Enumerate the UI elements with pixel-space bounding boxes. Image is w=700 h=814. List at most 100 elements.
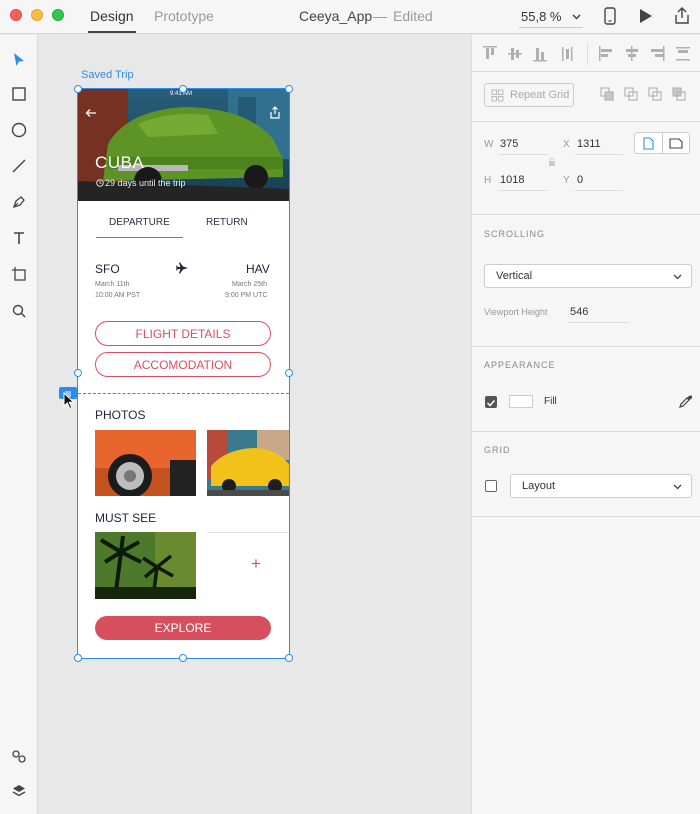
text-tool[interactable] [9, 228, 29, 248]
layers-button[interactable] [9, 781, 29, 801]
departure-date: March 11th [95, 281, 130, 288]
tab-design[interactable]: Design [90, 8, 134, 24]
back-arrow-icon[interactable] [85, 108, 97, 118]
repeat-grid-label: Repeat Grid [510, 89, 570, 101]
height-value[interactable]: 1018 [500, 174, 524, 186]
tab-prototype[interactable]: Prototype [154, 8, 214, 24]
scrolling-select[interactable]: Vertical [484, 264, 692, 288]
height-label: H [484, 175, 492, 186]
toolbar-divider [587, 43, 588, 65]
width-value[interactable]: 375 [500, 138, 518, 150]
photo-yellow-car[interactable] [207, 430, 289, 496]
photos-title: PHOTOS [95, 408, 146, 422]
eyedropper-icon[interactable] [678, 394, 693, 409]
select-tool[interactable] [9, 50, 29, 70]
repeat-grid-button[interactable]: Repeat Grid [484, 83, 574, 107]
ellipse-tool[interactable] [9, 120, 29, 140]
fill-color-swatch[interactable] [509, 395, 533, 408]
panel-divider [472, 431, 700, 432]
pen-icon [12, 196, 25, 209]
share-icon[interactable] [269, 106, 281, 119]
add-card-border [207, 532, 289, 533]
resize-handle-bottom[interactable] [179, 654, 187, 662]
fill-checkbox[interactable] [485, 396, 497, 408]
grid-checkbox[interactable] [485, 480, 497, 492]
resize-handle-left[interactable] [74, 369, 82, 377]
y-value[interactable]: 0 [577, 174, 583, 186]
width-label: W [484, 139, 494, 150]
countdown-text: 29 days until the trip [105, 178, 186, 188]
destination-city: HAV [246, 262, 270, 276]
resize-handle-top-right[interactable] [285, 85, 293, 93]
pen-tool[interactable] [9, 192, 29, 212]
align-horizontal-icons[interactable] [598, 45, 698, 63]
y-label: Y [563, 175, 570, 186]
resize-handle-bottom-left[interactable] [74, 654, 82, 662]
artboard-tool[interactable] [9, 264, 29, 284]
tab-departure[interactable]: DEPARTURE [109, 217, 170, 228]
zoom-window-button[interactable] [52, 9, 64, 21]
portrait-icon[interactable] [643, 137, 654, 150]
layers-icon [12, 785, 26, 797]
repeat-grid-icon [491, 89, 504, 102]
resize-handle-top[interactable] [179, 85, 187, 93]
orientation-toggle[interactable] [634, 132, 690, 154]
artboard-label[interactable]: Saved Trip [81, 69, 134, 81]
height-underline [498, 190, 548, 191]
lock-icon[interactable] [548, 156, 556, 168]
origin-city: SFO [95, 262, 120, 276]
rectangle-tool[interactable] [9, 84, 29, 104]
play-icon[interactable] [637, 6, 655, 26]
zoom-tool[interactable] [9, 301, 29, 321]
must-see-title: MUST SEE [95, 511, 157, 525]
viewport-underline [568, 322, 630, 323]
landscape-icon[interactable] [669, 138, 683, 149]
chevron-down-icon[interactable] [572, 12, 581, 21]
departure-time: 10:00 AM PST [95, 292, 141, 299]
grid-type-select[interactable]: Layout [510, 474, 692, 498]
symbols-button[interactable] [9, 746, 29, 766]
add-must-see-button[interactable]: + [251, 554, 261, 574]
toggle-divider [662, 133, 663, 153]
accommodation-button[interactable]: ACCOMODATION [95, 352, 271, 377]
x-label: X [563, 139, 570, 150]
arrival-time: 9:00 PM UTC [225, 292, 268, 299]
resize-handle-top-left[interactable] [74, 85, 82, 93]
line-tool[interactable] [9, 156, 29, 176]
viewport-fold-line[interactable] [78, 393, 289, 394]
hero-image: 9:41 AM CUBA 29 days until the trip [78, 89, 289, 201]
photo-palm-trees[interactable] [95, 532, 196, 599]
device-preview-icon[interactable] [603, 6, 617, 26]
x-value[interactable]: 1311 [577, 138, 601, 150]
panel-divider [472, 516, 700, 517]
close-window-button[interactable] [10, 9, 22, 21]
zoom-level[interactable]: 55,8 % [521, 9, 561, 24]
y-underline [575, 190, 623, 191]
explore-button[interactable]: EXPLORE [95, 616, 271, 640]
arrival-date: March 25th [232, 281, 268, 288]
flight-details-button[interactable]: FLIGHT DETAILS [95, 321, 271, 346]
resize-handle-right[interactable] [285, 369, 293, 377]
symbols-icon [12, 750, 26, 763]
photo-wheel[interactable] [95, 430, 196, 496]
ellipse-icon [11, 122, 27, 138]
chevron-down-icon [673, 484, 682, 490]
tool-bar [0, 35, 38, 814]
share-icon[interactable] [673, 6, 691, 26]
panel-divider [472, 121, 700, 122]
viewport-height-value[interactable]: 546 [570, 306, 588, 318]
align-vertical-icons[interactable] [482, 45, 592, 63]
property-inspector: Repeat Grid W 375 X 1311 H 1018 Y 0 SCRO… [471, 35, 700, 814]
viewport-height-label: Viewport Height [484, 307, 548, 317]
boolean-ops-icons[interactable] [600, 87, 692, 103]
scrolling-section-title: SCROLLING [484, 229, 546, 239]
scrolling-value: Vertical [496, 270, 533, 282]
title-separator: — [373, 8, 387, 24]
artboard-saved-trip[interactable]: 9:41 AM CUBA 29 days until the trip DEPA… [78, 89, 289, 658]
resize-handle-bottom-right[interactable] [285, 654, 293, 662]
x-underline [575, 154, 623, 155]
width-underline [498, 154, 548, 155]
minimize-window-button[interactable] [31, 9, 43, 21]
tab-underline [96, 237, 183, 238]
tab-return[interactable]: RETURN [206, 217, 248, 228]
